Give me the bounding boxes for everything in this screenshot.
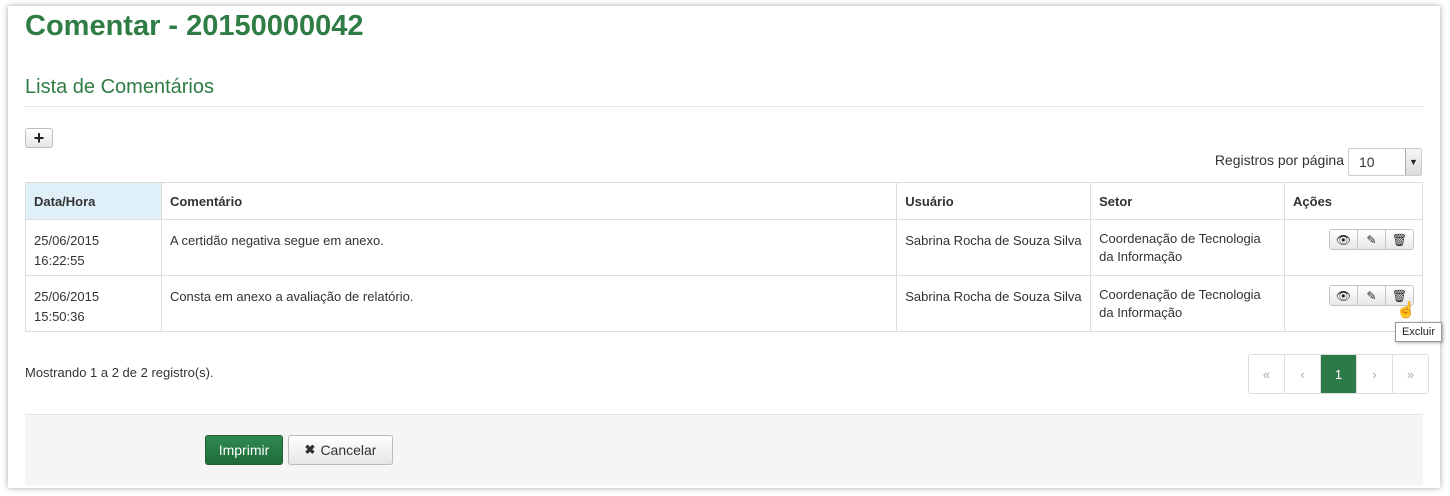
prev-page-button[interactable]: ‹ [1284, 355, 1320, 393]
cell-user: Sabrina Rocha de Souza Silva [896, 275, 1092, 332]
next-page-button[interactable]: › [1356, 355, 1392, 393]
cell-user: Sabrina Rocha de Souza Silva [896, 219, 1092, 276]
cell-sector: Coordenação de Tecnologia da Informação [1090, 219, 1286, 276]
page-1-button[interactable]: 1 [1320, 355, 1356, 393]
column-header-actions: Ações [1284, 182, 1423, 220]
hand-cursor-icon: ☝ [1396, 302, 1416, 319]
column-header-comment[interactable]: Comentário [160, 182, 898, 220]
column-header-user[interactable]: Usuário [896, 182, 1092, 220]
page-size-label: Registros por página [1214, 152, 1344, 168]
pagination: « ‹ 1 › » [1248, 354, 1429, 394]
divider [25, 106, 1423, 107]
sector-line: Coordenação de Tecnologia [1099, 287, 1261, 302]
cell-sector: Coordenação de Tecnologia da Informação [1090, 275, 1286, 332]
cancel-button[interactable]: ✖ Cancelar [288, 435, 393, 465]
last-page-button[interactable]: » [1392, 355, 1428, 393]
pencil-icon: ✎ [1366, 288, 1377, 303]
form-actions: Imprimir ✖ Cancelar [25, 414, 1423, 485]
cell-comment: A certidão negativa segue em anexo. [160, 219, 898, 276]
close-icon: ✖ [304, 442, 316, 457]
table-row: 25/06/2015 15:50:36 Consta em anexo a av… [25, 275, 1423, 332]
print-button[interactable]: Imprimir [205, 435, 283, 465]
eye-icon: 👁 [1335, 232, 1352, 247]
edit-button[interactable]: ✎ [1357, 286, 1385, 305]
section-title: Lista de Comentários [25, 76, 214, 98]
table-row: 25/06/2015 16:22:55 A certidão negativa … [25, 219, 1423, 276]
view-button[interactable]: 👁 [1330, 230, 1357, 249]
cell-comment: Consta em anexo a avaliação de relatório… [160, 275, 898, 332]
sector-line: Coordenação de Tecnologia [1099, 231, 1261, 246]
table-header-row: Data/Hora Comentário Usuário Setor Ações [25, 182, 1423, 220]
chevron-down-icon[interactable]: ▼ [1405, 149, 1421, 175]
pencil-icon: ✎ [1366, 232, 1377, 247]
page-title: Comentar - 20150000042 [25, 10, 364, 42]
column-header-sector[interactable]: Setor [1090, 182, 1286, 220]
view-button[interactable]: 👁 [1330, 286, 1357, 305]
page-size-control: Registros por página 10 ▼ [1215, 148, 1422, 176]
plus-icon: + [33, 127, 45, 148]
edit-button[interactable]: ✎ [1357, 230, 1385, 249]
sector-line: da Informação [1099, 249, 1183, 264]
page-size-select[interactable]: 10 ▼ [1348, 148, 1422, 176]
cancel-label: Cancelar [320, 442, 377, 458]
trash-icon: 🗑 [1391, 232, 1408, 247]
sector-line: da Informação [1099, 305, 1183, 320]
cell-datetime: 25/06/2015 15:50:36 [25, 275, 162, 332]
row-actions: 👁 ✎ 🗑 [1329, 229, 1414, 250]
cell-actions: 👁 ✎ 🗑 [1284, 219, 1423, 276]
comments-table: Data/Hora Comentário Usuário Setor Ações… [25, 182, 1423, 332]
first-page-button[interactable]: « [1249, 355, 1284, 393]
cell-datetime: 25/06/2015 16:22:55 [25, 219, 162, 276]
delete-button[interactable]: 🗑 [1385, 230, 1413, 249]
eye-icon: 👁 [1335, 288, 1352, 303]
delete-tooltip: Excluir [1395, 322, 1443, 342]
add-comment-button[interactable]: + [25, 128, 53, 148]
page-size-value: 10 [1359, 154, 1375, 170]
column-header-datetime[interactable]: Data/Hora [25, 182, 162, 220]
records-info: Mostrando 1 a 2 de 2 registro(s). [25, 365, 214, 380]
